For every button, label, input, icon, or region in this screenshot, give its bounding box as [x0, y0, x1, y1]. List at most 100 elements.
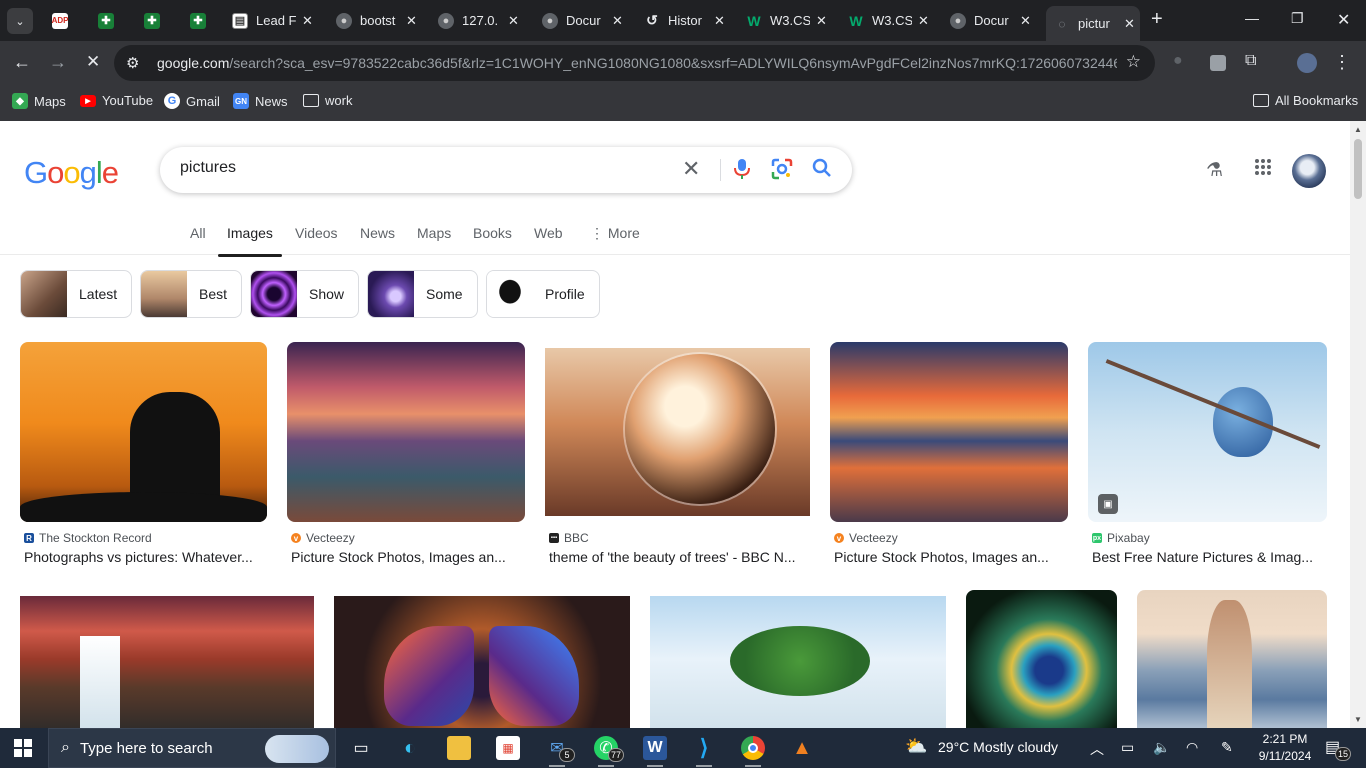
result-source[interactable]: ▪▪▪ BBC	[549, 531, 589, 545]
battery-icon[interactable]: ▭	[1121, 739, 1134, 756]
restore-button[interactable]: ❐	[1291, 10, 1304, 27]
google-logo[interactable]: Google	[24, 155, 119, 191]
word-icon[interactable]: W	[643, 736, 667, 767]
apps-grid-icon[interactable]	[1254, 158, 1272, 182]
result-title[interactable]: Best Free Nature Pictures & Imag...	[1092, 549, 1327, 565]
microsoft-store-icon[interactable]: ▦	[496, 736, 520, 760]
chrome-icon[interactable]	[741, 736, 765, 767]
all-bookmarks[interactable]: All Bookmarks	[1253, 93, 1358, 108]
result-title[interactable]: Picture Stock Photos, Images an...	[834, 549, 1068, 565]
search-icon[interactable]	[812, 158, 832, 184]
bookmark-folder-work[interactable]: work	[303, 93, 352, 108]
close-tab-icon[interactable]: ✕	[508, 13, 519, 29]
forward-arrow-icon[interactable]: →	[49, 52, 67, 73]
result-thumbnail[interactable]	[334, 596, 630, 728]
profile-sync-icon[interactable]: ●	[1173, 52, 1183, 70]
tab-search-button[interactable]: ⌄	[7, 8, 33, 34]
close-tab-icon[interactable]: ✕	[302, 13, 313, 29]
tab-images[interactable]: Images	[218, 225, 282, 257]
notifications-icon[interactable]: ▤ 15	[1325, 737, 1352, 761]
page-scrollbar[interactable]: ▲ ▼	[1350, 121, 1366, 728]
chip-some[interactable]: Some	[367, 270, 478, 318]
tab-more[interactable]: ⋮ More	[590, 225, 640, 242]
url-text[interactable]: google.com/search?sca_esv=9783522cabc36d…	[157, 55, 1117, 71]
close-tab-icon[interactable]: ✕	[714, 13, 725, 29]
minimize-button[interactable]: ―	[1245, 10, 1259, 26]
result-source[interactable]: v Vecteezy	[291, 531, 355, 545]
image-result[interactable]: R The Stockton Record Photographs vs pict…	[20, 342, 267, 572]
wifi-icon[interactable]: ◠	[1186, 739, 1198, 756]
lens-search-icon[interactable]	[771, 158, 793, 186]
search-input[interactable]	[180, 159, 660, 177]
stop-loading-icon[interactable]: ✕	[86, 52, 100, 72]
close-tab-icon[interactable]: ✕	[918, 13, 929, 29]
taskbar-search[interactable]: ⌕ Type here to search	[48, 728, 336, 768]
bookmark-gmail[interactable]: G Gmail	[164, 93, 220, 109]
voice-search-icon[interactable]	[734, 158, 750, 186]
result-source[interactable]: v Vecteezy	[834, 531, 898, 545]
scroll-up-icon[interactable]: ▲	[1354, 125, 1362, 134]
volume-icon[interactable]: 🔈	[1153, 739, 1170, 756]
clear-search-icon[interactable]: ✕	[682, 156, 700, 182]
profile-avatar-icon[interactable]	[1297, 53, 1317, 73]
chip-show[interactable]: Show	[250, 270, 360, 318]
extensions-puzzle-icon[interactable]: ⧉	[1245, 52, 1256, 70]
image-result[interactable]: v Vecteezy Picture Stock Photos, Images a…	[830, 342, 1068, 572]
tab-pictures-active[interactable]: ◌ pictur ✕	[1046, 6, 1140, 41]
edge-icon[interactable]: ◐	[398, 736, 422, 760]
tab-sheets-2[interactable]: ✚	[144, 6, 160, 35]
file-explorer-icon[interactable]	[447, 736, 471, 760]
tab-document-1[interactable]: ● Docur ✕	[542, 6, 623, 35]
close-tab-icon[interactable]: ✕	[612, 13, 623, 29]
result-thumbnail[interactable]	[650, 596, 946, 728]
image-result[interactable]	[1137, 590, 1327, 728]
chip-profile[interactable]: Profile	[486, 270, 600, 318]
tab-bootstrap[interactable]: ● bootst ✕	[336, 6, 417, 35]
tab-sheets-1[interactable]: ✚	[98, 6, 114, 35]
bookmark-maps[interactable]: ◆ Maps	[12, 93, 66, 109]
show-hidden-icons[interactable]: ︿	[1090, 739, 1104, 759]
extension-icon[interactable]	[1210, 55, 1226, 71]
image-result[interactable]	[966, 590, 1117, 728]
new-tab-button[interactable]: +	[1151, 8, 1163, 31]
close-tab-icon[interactable]: ✕	[406, 13, 417, 29]
scrollbar-thumb[interactable]	[1354, 139, 1362, 199]
mail-icon[interactable]: ✉ 5	[545, 736, 575, 767]
close-tab-icon[interactable]: ✕	[1020, 13, 1031, 29]
result-source[interactable]: px Pixabay	[1092, 531, 1150, 545]
image-result[interactable]	[334, 596, 630, 728]
pen-icon[interactable]: ✎	[1221, 739, 1233, 756]
site-info-icon[interactable]: ⚙	[126, 54, 139, 72]
taskbar-clock[interactable]: 2:21 PM 9/11/2024	[1255, 731, 1315, 765]
tab-localhost[interactable]: ● 127.0. ✕	[438, 6, 519, 35]
close-tab-icon[interactable]: ✕	[816, 13, 827, 29]
close-window-button[interactable]: ✕	[1337, 10, 1350, 30]
labs-flask-icon[interactable]: ⚗	[1206, 159, 1223, 182]
back-arrow-icon[interactable]: ←	[13, 52, 31, 73]
image-result[interactable]: v Vecteezy Picture Stock Photos, Images a…	[287, 342, 525, 572]
address-bar[interactable]: ⚙ google.com/search?sca_esv=9783522cabc3…	[114, 45, 1155, 81]
close-tab-icon[interactable]: ✕	[1124, 16, 1135, 32]
tab-maps[interactable]: Maps	[417, 225, 451, 241]
vscode-icon[interactable]: ⟩	[692, 735, 716, 767]
result-title[interactable]: Picture Stock Photos, Images an...	[291, 549, 525, 565]
image-result[interactable]: ▣ px Pixabay Best Free Nature Pictures & …	[1088, 342, 1327, 572]
result-thumbnail[interactable]	[545, 348, 810, 516]
chip-latest[interactable]: Latest	[20, 270, 133, 318]
whatsapp-icon[interactable]: ✆ 77	[594, 736, 625, 767]
account-avatar[interactable]	[1292, 154, 1326, 188]
tab-document-2[interactable]: ● Docur ✕	[950, 6, 1031, 35]
tab-w3-2[interactable]: W W3.CS ✕	[848, 6, 929, 35]
tab-books[interactable]: Books	[473, 225, 512, 241]
result-thumbnail[interactable]	[20, 596, 314, 728]
result-thumbnail[interactable]	[830, 342, 1068, 522]
task-view-icon[interactable]: ▭	[349, 736, 373, 760]
tab-all[interactable]: All	[190, 225, 206, 241]
tab-history[interactable]: ↺ Histor ✕	[644, 6, 725, 35]
tab-w3-1[interactable]: W W3.CS ✕	[746, 6, 827, 35]
tab-web[interactable]: Web	[534, 225, 563, 241]
image-result[interactable]	[20, 596, 314, 728]
tab-lead[interactable]: ▤ Lead F ✕	[232, 6, 313, 35]
tab-news[interactable]: News	[360, 225, 395, 241]
image-result[interactable]	[650, 596, 946, 728]
